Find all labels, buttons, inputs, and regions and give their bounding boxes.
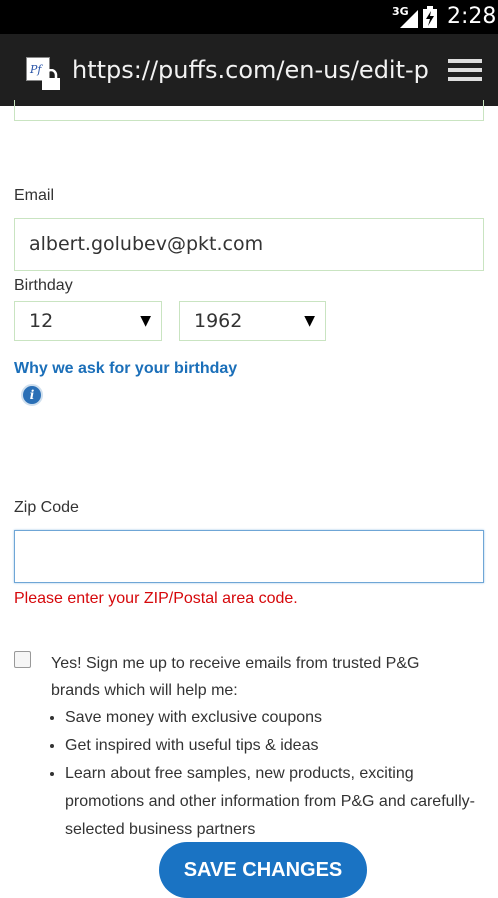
email-optin-text: Yes! Sign me up to receive emails from t… — [51, 655, 420, 699]
email-optin-checkbox[interactable] — [14, 651, 31, 668]
why-birthday-link[interactable]: Why we ask for your birthday — [14, 360, 237, 378]
list-item: Get inspired with useful tips & ideas — [65, 732, 475, 760]
email-label: Email — [14, 187, 55, 204]
dropdown-arrow-icon: ▼ — [304, 313, 315, 329]
browser-toolbar: Pf https://puffs.com/en-us/edit-pr — [0, 34, 498, 106]
birthday-year-select[interactable]: 1962 ▼ — [179, 301, 326, 341]
zip-label: Zip Code — [14, 499, 79, 516]
battery-charging-icon — [423, 6, 437, 28]
zip-code-field[interactable] — [14, 530, 484, 583]
lock-icon — [42, 69, 60, 90]
status-bar: 3G 2:28 — [0, 0, 498, 34]
previous-input-field[interactable] — [14, 100, 484, 121]
birthday-month-select[interactable]: 12 ▼ — [14, 301, 162, 341]
info-icon[interactable]: i — [21, 384, 43, 406]
url-field[interactable]: https://puffs.com/en-us/edit-pr — [72, 56, 428, 84]
zip-error-message: Please enter your ZIP/Postal area code. — [14, 590, 298, 607]
list-item: Save money with exclusive coupons — [65, 704, 475, 732]
email-field[interactable]: albert.golubev@pkt.com — [14, 218, 484, 271]
birthday-month-value: 12 — [29, 310, 54, 332]
birthday-label: Birthday — [14, 277, 73, 294]
tabs-menu-icon[interactable] — [448, 57, 482, 83]
list-item: Learn about free samples, new products, … — [65, 760, 475, 844]
save-changes-button[interactable]: SAVE CHANGES — [159, 842, 367, 898]
clock: 2:28 — [447, 4, 497, 29]
birthday-year-value: 1962 — [194, 310, 243, 332]
dropdown-arrow-icon: ▼ — [140, 313, 151, 329]
optin-benefits-list: Save money with exclusive coupons Get in… — [40, 704, 475, 844]
signal-icon — [400, 10, 418, 28]
